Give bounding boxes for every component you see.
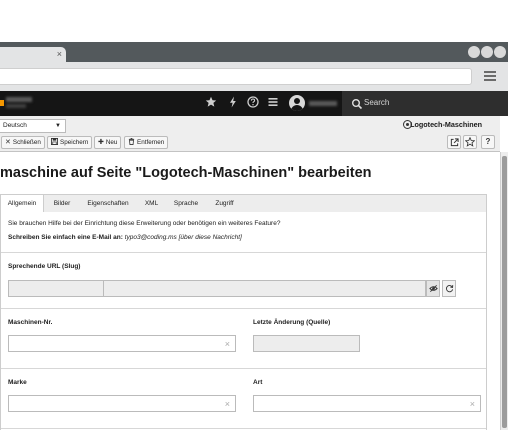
typo3-logo-icon[interactable] bbox=[0, 100, 4, 106]
slug-input[interactable] bbox=[103, 280, 426, 297]
scrollbar-thumb[interactable] bbox=[502, 156, 507, 428]
divider bbox=[1, 308, 486, 309]
close-button[interactable]: ✕ Schließen bbox=[1, 136, 45, 149]
new-button-label: Neu bbox=[105, 139, 118, 146]
tab-sprache[interactable]: Sprache bbox=[167, 195, 205, 212]
live-search[interactable]: Search bbox=[342, 91, 508, 116]
bookmark-button[interactable] bbox=[463, 135, 477, 149]
window-close-button[interactable] bbox=[494, 46, 506, 58]
clear-icon[interactable]: × bbox=[225, 338, 230, 350]
last-change-label: Letzte Änderung (Quelle) bbox=[253, 319, 331, 326]
browser-tabstrip: × bbox=[0, 42, 508, 62]
flash-cache-icon[interactable] bbox=[226, 96, 240, 110]
delete-button-label: Entfernen bbox=[137, 139, 165, 146]
bookmark-star-icon[interactable] bbox=[204, 96, 218, 110]
tab-bilder[interactable]: Bilder bbox=[46, 195, 78, 212]
help-icon[interactable] bbox=[246, 96, 260, 110]
system-information-icon[interactable] bbox=[266, 96, 280, 110]
close-button-label: Schließen bbox=[12, 139, 41, 146]
language-select-value: Deutsch bbox=[3, 122, 27, 129]
context-help-button[interactable]: ? bbox=[481, 135, 495, 149]
typo3-backend-window: × Search Deutsch ▼ Logotech-Maschinen ✕ … bbox=[0, 0, 508, 430]
site-name-blurred bbox=[6, 97, 32, 102]
trash-icon bbox=[128, 137, 135, 148]
typo3-topbar: Search bbox=[0, 91, 508, 116]
toggle-slug-edit-button[interactable] bbox=[426, 280, 440, 297]
browser-tab-close-icon[interactable]: × bbox=[57, 48, 62, 61]
user-avatar-icon[interactable] bbox=[289, 95, 305, 111]
save-button-label: Speichern bbox=[60, 139, 89, 146]
tab-allgemein[interactable]: Allgemein bbox=[1, 195, 44, 213]
machine-nr-label: Maschinen-Nr. bbox=[8, 319, 53, 326]
language-select[interactable]: Deutsch ▼ bbox=[0, 119, 66, 133]
tab-panel-allgemein: Sie brauchen Hilfe bei der Einrichtung d… bbox=[0, 212, 487, 430]
divider bbox=[1, 428, 486, 429]
recalculate-slug-button[interactable] bbox=[442, 280, 456, 297]
clear-icon[interactable]: × bbox=[225, 398, 230, 410]
type-input[interactable]: × bbox=[253, 395, 481, 412]
close-icon: ✕ bbox=[5, 139, 11, 146]
help-email-prompt: Schreiben Sie einfach eine E-Mail an: bbox=[8, 234, 123, 241]
slug-label: Sprechende URL (Slug) bbox=[8, 263, 81, 270]
plus-icon: ✚ bbox=[98, 139, 104, 146]
module-title: Logotech-Maschinen bbox=[410, 120, 482, 129]
browser-menu-icon[interactable] bbox=[484, 71, 496, 83]
last-change-field bbox=[253, 335, 360, 352]
slug-prefix-field bbox=[8, 280, 104, 297]
window-minimize-button[interactable] bbox=[468, 46, 480, 58]
divider bbox=[1, 252, 486, 253]
divider bbox=[1, 368, 486, 369]
search-input[interactable]: Search bbox=[364, 98, 389, 107]
brand-input[interactable]: × bbox=[8, 395, 236, 412]
page-title: maschine auf Seite "Logotech-Maschinen" … bbox=[0, 165, 372, 181]
brand-label: Marke bbox=[8, 379, 27, 386]
form-tabs: Allgemein Bilder Eigenschaften XML Sprac… bbox=[0, 194, 487, 213]
browser-toolbar bbox=[0, 62, 508, 91]
tab-eigenschaften[interactable]: Eigenschaften bbox=[81, 195, 135, 212]
chevron-down-icon: ▼ bbox=[55, 123, 61, 129]
browser-tab[interactable]: × bbox=[0, 47, 66, 62]
window-maximize-button[interactable] bbox=[481, 46, 493, 58]
save-button[interactable]: Speichern bbox=[47, 136, 93, 149]
tab-zugriff[interactable]: Zugriff bbox=[207, 195, 242, 212]
username-blurred[interactable] bbox=[309, 101, 337, 106]
save-icon bbox=[51, 137, 58, 148]
editing-form-area: maschine auf Seite "Logotech-Maschinen" … bbox=[0, 153, 500, 430]
search-icon bbox=[351, 97, 363, 110]
open-in-new-window-button[interactable] bbox=[447, 135, 461, 149]
site-version-blurred bbox=[6, 104, 26, 108]
help-text-line: Sie brauchen Hilfe bei der Einrichtung d… bbox=[8, 220, 281, 227]
help-email-line: Schreiben Sie einfach eine E-Mail an: ty… bbox=[8, 234, 242, 241]
delete-button[interactable]: Entfernen bbox=[124, 136, 169, 149]
help-email-link[interactable]: typo3@coding.ms [über diese Nachricht] bbox=[125, 234, 242, 241]
clear-icon[interactable]: × bbox=[470, 398, 475, 410]
address-bar[interactable] bbox=[0, 68, 472, 85]
type-label: Art bbox=[253, 379, 263, 386]
tab-xml[interactable]: XML bbox=[138, 195, 165, 212]
new-button[interactable]: ✚ Neu bbox=[94, 136, 122, 149]
docheader: Deutsch ▼ Logotech-Maschinen ✕ Schließen … bbox=[0, 116, 500, 152]
machine-nr-input[interactable]: × bbox=[8, 335, 236, 352]
